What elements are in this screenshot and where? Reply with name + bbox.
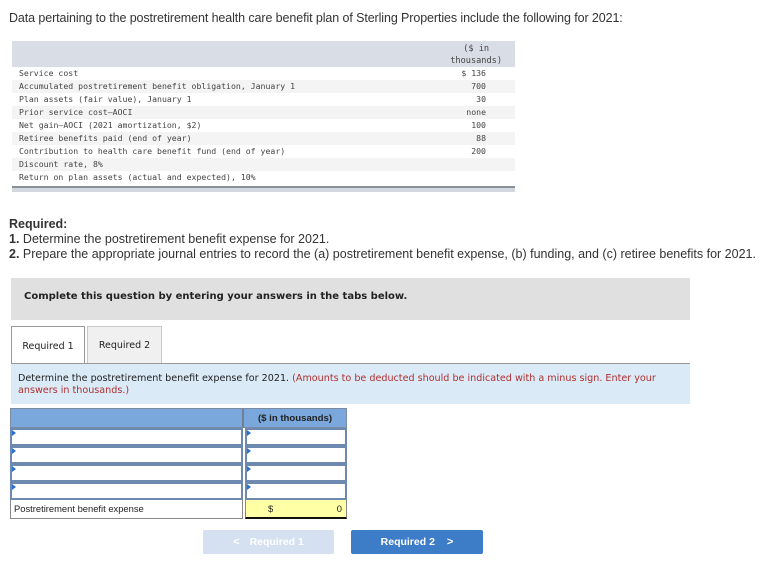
total-label: Postretirement benefit expense [10,500,243,519]
label-dropdown[interactable] [10,428,243,447]
amount-input[interactable] [247,433,345,447]
required-item-2: 2. Prepare the appropriate journal entri… [9,247,756,261]
amount-input[interactable] [247,451,345,465]
label-input[interactable] [12,433,241,447]
chevron-right-icon: > [446,536,454,548]
label-input[interactable] [12,487,241,501]
label-dropdown[interactable] [10,464,243,483]
instruction-box: Determine the postretirement benefit exp… [11,364,690,404]
total-row: Postretirement benefit expense $ 0 [10,500,347,519]
required-item-1: 1. Determine the postretirement benefit … [9,232,330,246]
dropdown-flag-icon [247,466,251,472]
dropdown-flag-icon [12,484,16,490]
given-table-footer [12,186,515,192]
table-row: Discount rate, 8% [12,158,515,171]
tab-bar: Required 1 Required 2 [11,326,162,365]
dropdown-flag-icon [12,448,16,454]
answer-row [10,464,347,483]
total-amount: $ 0 [245,500,347,519]
label-input[interactable] [12,451,241,465]
answer-row [10,428,347,447]
amount-cell[interactable] [245,482,347,501]
chevron-left-icon: < [233,536,240,548]
given-table-rows: Service cost $ 136 Accumulated postretire… [12,67,515,184]
answer-row [10,446,347,465]
amount-cell[interactable] [245,428,347,447]
table-row: Service cost $ 136 [12,67,515,80]
amount-column-header: ($ in thousands) [257,413,333,424]
label-input[interactable] [12,469,241,483]
given-data-table: ($ in thousands) Service cost $ 136 Accum… [12,41,515,192]
next-required-button[interactable]: Required 2 > [351,530,483,554]
answer-row [10,482,347,501]
intro-text: Data pertaining to the postretirement he… [9,11,623,25]
total-value: 0 [336,503,342,514]
table-row: Prior service cost–AOCI none [12,106,515,119]
label-dropdown[interactable] [10,482,243,501]
prev-required-button[interactable]: < Required 1 [203,530,334,554]
table-row: Contribution to health care benefit fund… [12,145,515,158]
tab-required-1[interactable]: Required 1 [11,326,85,365]
answer-grid: ($ in thousands) Postretirement benefit … [10,408,347,519]
table-row: Accumulated postretirement benefit oblig… [12,80,515,93]
amount-input[interactable] [247,469,345,483]
currency-symbol: $ [268,503,274,514]
dropdown-flag-icon [247,448,251,454]
dropdown-flag-icon [247,484,251,490]
instruction-text: Determine the postretirement benefit exp… [18,373,293,384]
amount-cell[interactable] [245,446,347,465]
complete-question-banner: Complete this question by entering your … [11,278,690,320]
table-row: Return on plan assets (actual and expect… [12,171,515,184]
tab-required-2[interactable]: Required 2 [87,326,162,364]
table-row: Net gain–AOCI (2021 amortization, $2) 100 [12,119,515,132]
amount-input[interactable] [247,487,345,501]
table-row: Plan assets (fair value), January 1 30 [12,93,515,106]
unit-header: ($ in thousands) [450,44,502,66]
label-dropdown[interactable] [10,446,243,465]
given-table-header: ($ in thousands) [12,41,515,67]
amount-cell[interactable] [245,464,347,483]
dropdown-flag-icon [12,466,16,472]
dropdown-flag-icon [12,430,16,436]
dropdown-flag-icon [247,430,251,436]
answer-grid-header: ($ in thousands) [10,408,347,428]
required-heading: Required: [9,217,68,231]
table-row: Retiree benefits paid (end of year) 88 [12,132,515,145]
required-section: Required: 1. Determine the postretiremen… [9,217,756,262]
